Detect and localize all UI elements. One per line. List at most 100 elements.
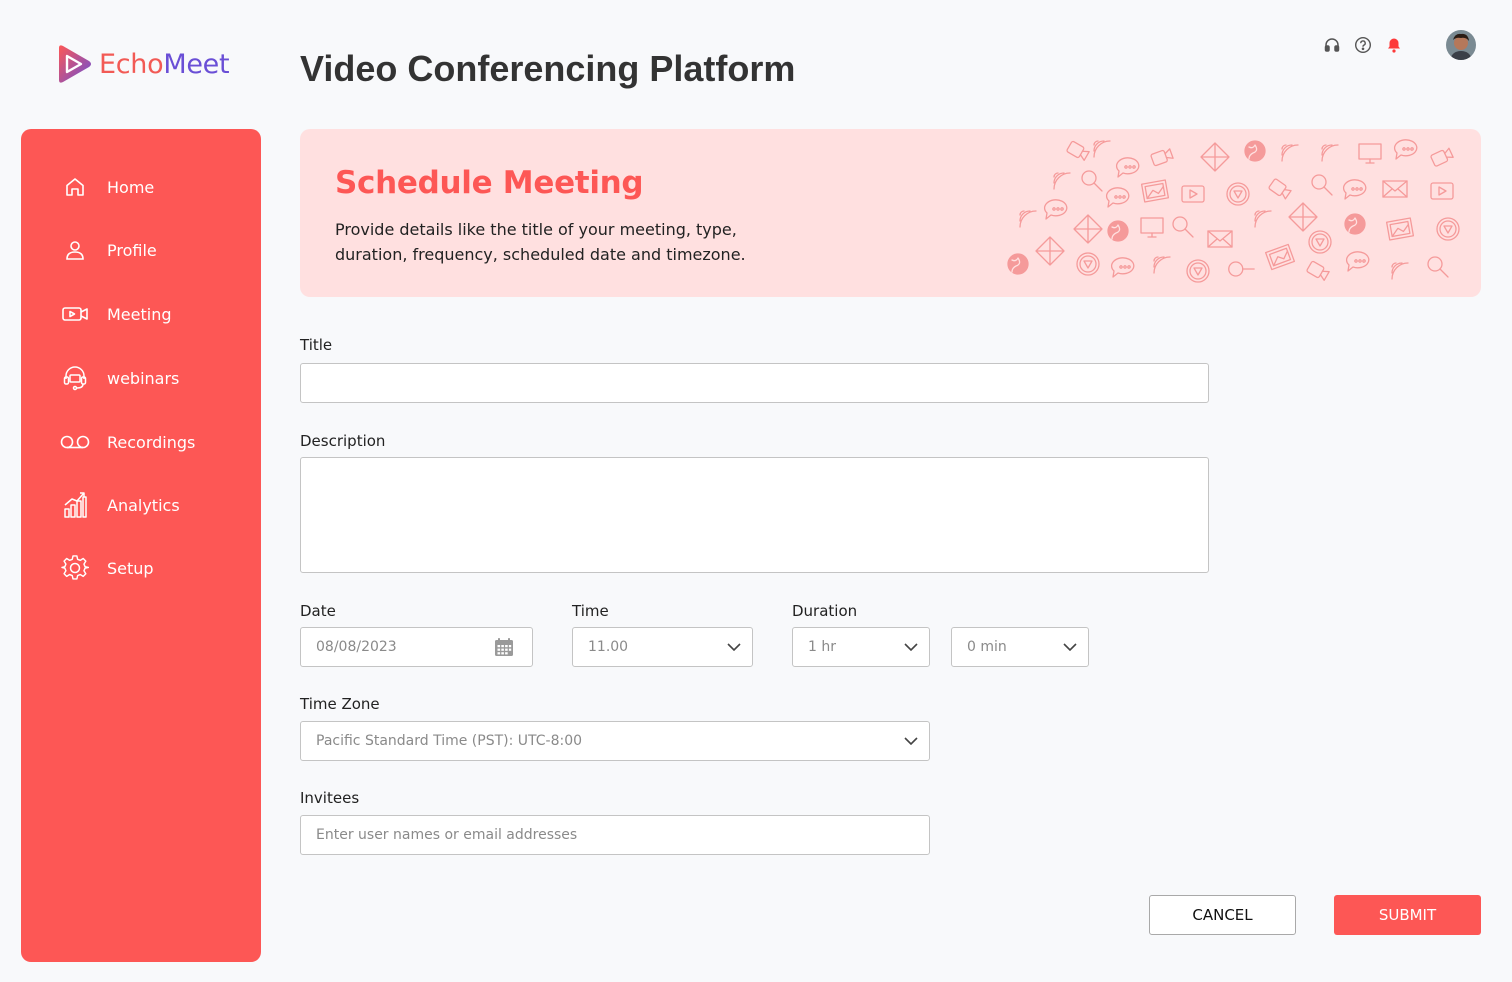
diamond-doodle bbox=[1073, 214, 1103, 244]
sidebar-item-analytics[interactable]: Analytics bbox=[59, 489, 180, 521]
globe-doodle bbox=[1107, 220, 1129, 242]
wifi-doodle bbox=[1391, 262, 1409, 280]
camera-doodle bbox=[1268, 178, 1292, 200]
sidebar-item-label: Analytics bbox=[107, 495, 180, 515]
title-label: Title bbox=[300, 336, 333, 354]
description-label: Description bbox=[300, 432, 386, 450]
monitor-doodle bbox=[1358, 143, 1382, 164]
monitor-doodle bbox=[1140, 217, 1164, 238]
mail-doodle bbox=[1207, 230, 1233, 248]
video-camera-icon bbox=[59, 298, 91, 330]
bar-chart-icon bbox=[59, 489, 91, 521]
help-icon[interactable] bbox=[1354, 36, 1372, 54]
date-input[interactable]: 08/08/2023 bbox=[300, 627, 533, 667]
bubble-doodle bbox=[1342, 179, 1367, 200]
sidebar-item-label: Profile bbox=[107, 240, 157, 260]
play-doodle bbox=[1181, 185, 1205, 203]
banner-description: Provide details like the title of your m… bbox=[335, 220, 746, 264]
user-avatar[interactable] bbox=[1446, 30, 1476, 60]
image-doodle bbox=[1140, 179, 1170, 203]
time-label: Time bbox=[572, 602, 609, 620]
wifi-doodle bbox=[1321, 144, 1339, 162]
schedule-meeting-banner: Schedule Meeting Provide details like th… bbox=[300, 129, 1481, 297]
play-logo-icon bbox=[59, 45, 91, 83]
sidebar-item-label: Meeting bbox=[107, 304, 172, 324]
magnifier-doodle bbox=[1081, 170, 1103, 192]
wifi-doodle bbox=[1153, 256, 1171, 274]
bubble-doodle bbox=[1110, 257, 1135, 278]
globe-doodle bbox=[1007, 253, 1029, 275]
user-icon bbox=[59, 234, 91, 266]
diamond-doodle bbox=[1200, 142, 1230, 172]
wifi-doodle bbox=[1281, 144, 1299, 162]
voicemail-icon bbox=[59, 426, 91, 458]
home-icon bbox=[59, 171, 91, 203]
magnifier-doodle bbox=[1228, 261, 1255, 277]
wifi-doodle bbox=[1019, 210, 1037, 228]
chevron-down-icon bbox=[726, 642, 742, 652]
diamond-doodle bbox=[1288, 202, 1318, 232]
duration-label: Duration bbox=[792, 602, 858, 620]
camera-doodle bbox=[1430, 147, 1454, 167]
diamond-doodle bbox=[1035, 236, 1065, 266]
sidebar-item-meeting[interactable]: Meeting bbox=[59, 298, 172, 330]
brand-logo[interactable]: EchoMeet bbox=[55, 44, 230, 84]
magnifier-doodle bbox=[1311, 174, 1333, 196]
bubble-doodle bbox=[1345, 251, 1370, 272]
sidebar-item-recordings[interactable]: Recordings bbox=[59, 426, 195, 458]
brand-name: EchoMeet bbox=[99, 48, 230, 80]
cancel-button[interactable]: CANCEL bbox=[1149, 895, 1296, 935]
magnifier-doodle bbox=[1172, 216, 1194, 238]
circleplay-doodle bbox=[1076, 252, 1100, 276]
sidebar-item-home[interactable]: Home bbox=[59, 171, 154, 203]
webinar-headset-icon bbox=[59, 362, 91, 394]
duration-minutes-select[interactable]: 0 min bbox=[951, 627, 1089, 667]
invitees-label: Invitees bbox=[300, 789, 360, 807]
wifi-doodle bbox=[1093, 140, 1111, 158]
sidebar-item-webinars[interactable]: webinars bbox=[59, 362, 179, 394]
bubble-doodle bbox=[1115, 157, 1140, 178]
page-title: Video Conferencing Platform bbox=[300, 48, 796, 89]
time-select[interactable]: 11.00 bbox=[572, 627, 753, 667]
submit-button[interactable]: SUBMIT bbox=[1334, 895, 1481, 935]
bubble-doodle bbox=[1393, 139, 1418, 160]
globe-doodle bbox=[1244, 140, 1266, 162]
description-textarea[interactable] bbox=[300, 457, 1209, 573]
magnifier-doodle bbox=[1427, 256, 1449, 278]
image-doodle bbox=[1264, 243, 1296, 271]
headset-icon[interactable] bbox=[1323, 36, 1341, 54]
timezone-label: Time Zone bbox=[300, 695, 380, 713]
bubble-doodle bbox=[1105, 187, 1130, 208]
sidebar-item-setup[interactable]: Setup bbox=[59, 552, 154, 584]
play-doodle bbox=[1430, 182, 1454, 200]
bell-icon[interactable] bbox=[1385, 36, 1403, 54]
header-actions bbox=[1323, 36, 1403, 54]
image-doodle bbox=[1385, 217, 1415, 241]
timezone-select[interactable]: Pacific Standard Time (PST): UTC-8:00 bbox=[300, 721, 930, 761]
banner-title: Schedule Meeting bbox=[335, 165, 644, 201]
invitees-input[interactable]: Enter user names or email addresses bbox=[300, 815, 930, 855]
sidebar-item-label: Setup bbox=[107, 558, 154, 578]
circleplay-doodle bbox=[1436, 217, 1460, 241]
chevron-down-icon bbox=[903, 736, 919, 746]
chevron-down-icon bbox=[1062, 642, 1078, 652]
wifi-doodle bbox=[1254, 210, 1272, 228]
globe-doodle bbox=[1344, 213, 1366, 235]
sidebar-item-label: webinars bbox=[107, 368, 180, 388]
chevron-down-icon bbox=[903, 642, 919, 652]
gear-icon bbox=[59, 552, 91, 584]
camera-doodle bbox=[1306, 260, 1330, 281]
camera-doodle bbox=[1150, 148, 1174, 167]
wifi-doodle bbox=[1053, 172, 1071, 190]
circleplay-doodle bbox=[1226, 182, 1250, 206]
camera-doodle bbox=[1066, 140, 1090, 161]
circleplay-doodle bbox=[1308, 230, 1332, 254]
title-input[interactable] bbox=[300, 363, 1209, 403]
calendar-icon[interactable] bbox=[494, 637, 514, 657]
sidebar-item-label: Home bbox=[107, 177, 155, 197]
sidebar-item-profile[interactable]: Profile bbox=[59, 234, 157, 266]
duration-hours-select[interactable]: 1 hr bbox=[792, 627, 930, 667]
bubble-doodle bbox=[1043, 199, 1068, 220]
mail-doodle bbox=[1382, 180, 1408, 198]
decorative-pattern-icon bbox=[1007, 139, 1460, 283]
